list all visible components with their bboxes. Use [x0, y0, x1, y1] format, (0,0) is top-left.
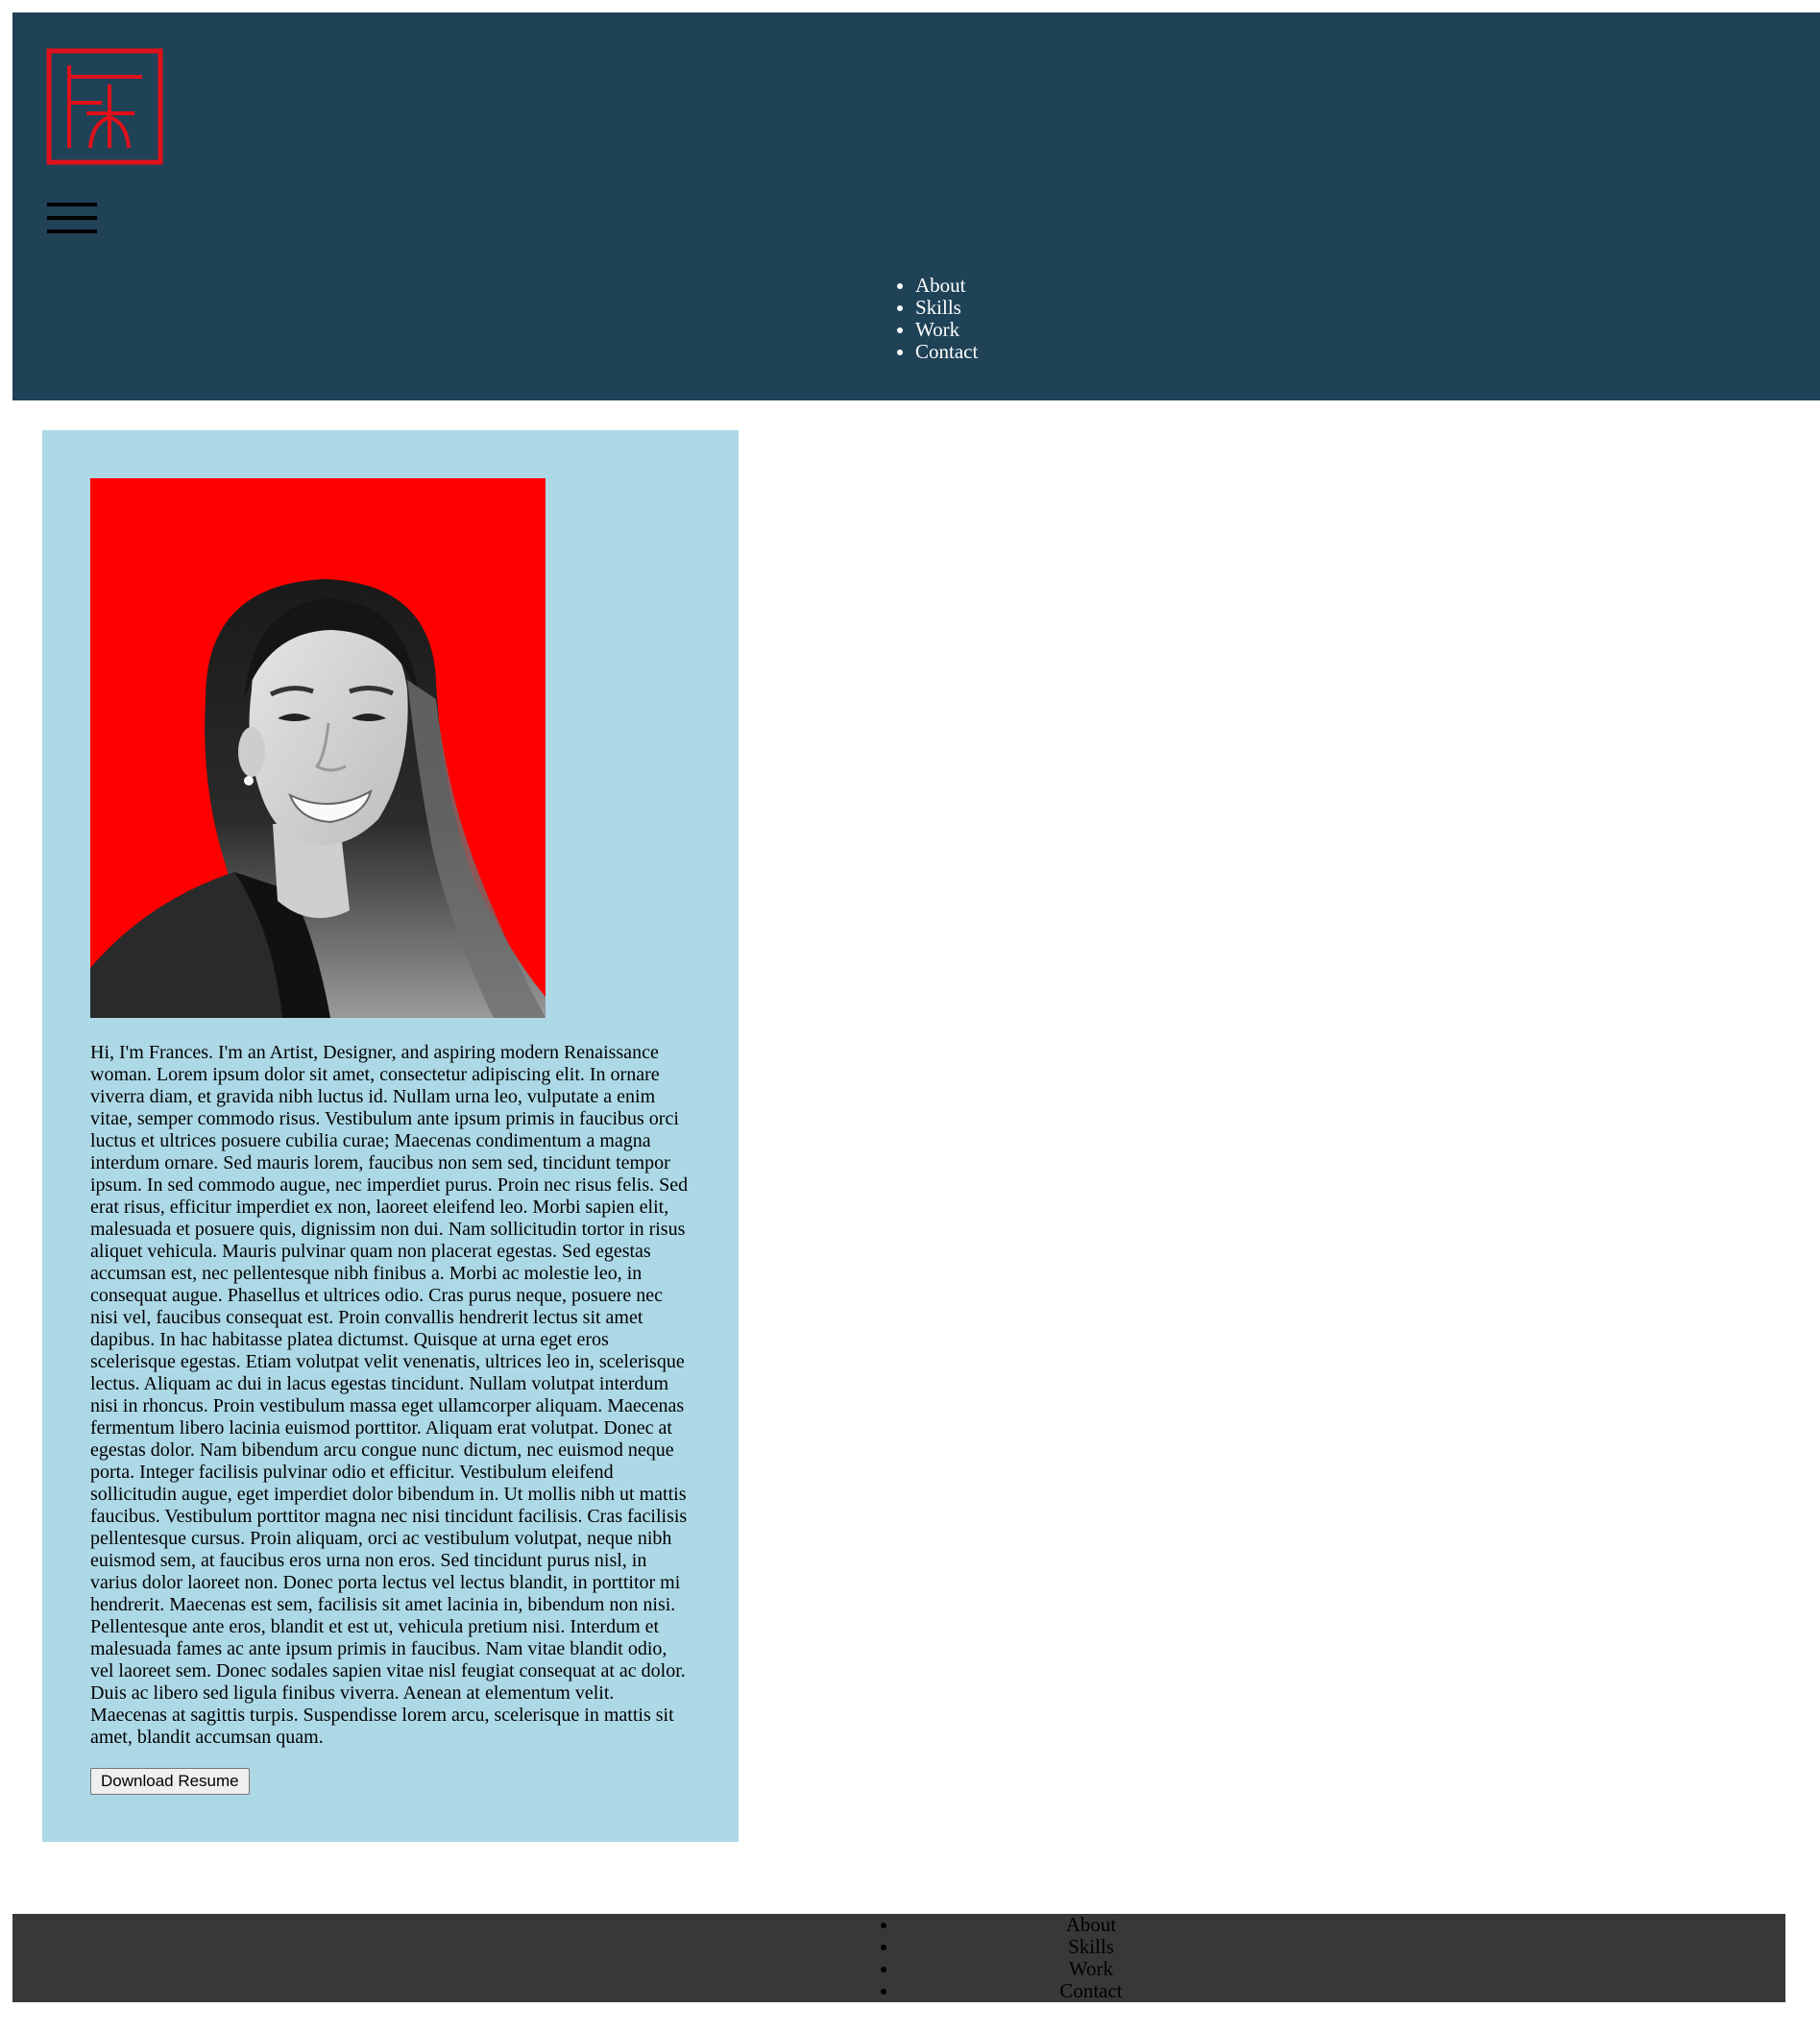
nav-link-contact[interactable]: Contact — [915, 340, 978, 363]
header-nav-item-work: Work — [915, 319, 978, 341]
header-nav-item-skills: Skills — [915, 297, 978, 319]
footer-link-contact[interactable]: Contact — [675, 1979, 1122, 2002]
bio-text: Hi, I'm Frances. I'm an Artist, Designer… — [90, 1042, 689, 1748]
nav-link-about[interactable]: About — [915, 274, 966, 297]
menu-bar — [47, 203, 97, 206]
footer-nav: About Skills Work Contact — [12, 1914, 1785, 2002]
site-header: About Skills Work Contact — [12, 12, 1820, 400]
footer-nav-item-contact: Contact — [12, 1980, 1785, 2002]
profile-portrait — [90, 478, 546, 1018]
footer-link-skills[interactable]: Skills — [684, 1935, 1114, 1958]
footer-nav-item-about: About — [12, 1914, 1785, 1936]
header-nav-item-about: About — [915, 275, 978, 297]
footer-link-work[interactable]: Work — [685, 1957, 1113, 1980]
monogram-logo-icon[interactable] — [46, 48, 163, 165]
footer-nav-item-work: Work — [12, 1958, 1785, 1980]
site-footer: About Skills Work Contact — [12, 1914, 1785, 2002]
header-nav-item-contact: Contact — [915, 341, 978, 363]
hamburger-menu-icon[interactable] — [47, 203, 97, 235]
nav-link-skills[interactable]: Skills — [915, 296, 961, 319]
menu-bar — [47, 216, 97, 220]
nav-link-work[interactable]: Work — [915, 318, 959, 341]
footer-link-about[interactable]: About — [682, 1913, 1117, 1936]
menu-bar — [47, 230, 97, 233]
footer-nav-item-skills: Skills — [12, 1936, 1785, 1958]
download-resume-button[interactable]: Download Resume — [90, 1768, 250, 1795]
header-nav: About Skills Work Contact — [896, 275, 978, 363]
about-card: Hi, I'm Frances. I'm an Artist, Designer… — [42, 430, 739, 1842]
portrait-illustration — [90, 478, 546, 1018]
